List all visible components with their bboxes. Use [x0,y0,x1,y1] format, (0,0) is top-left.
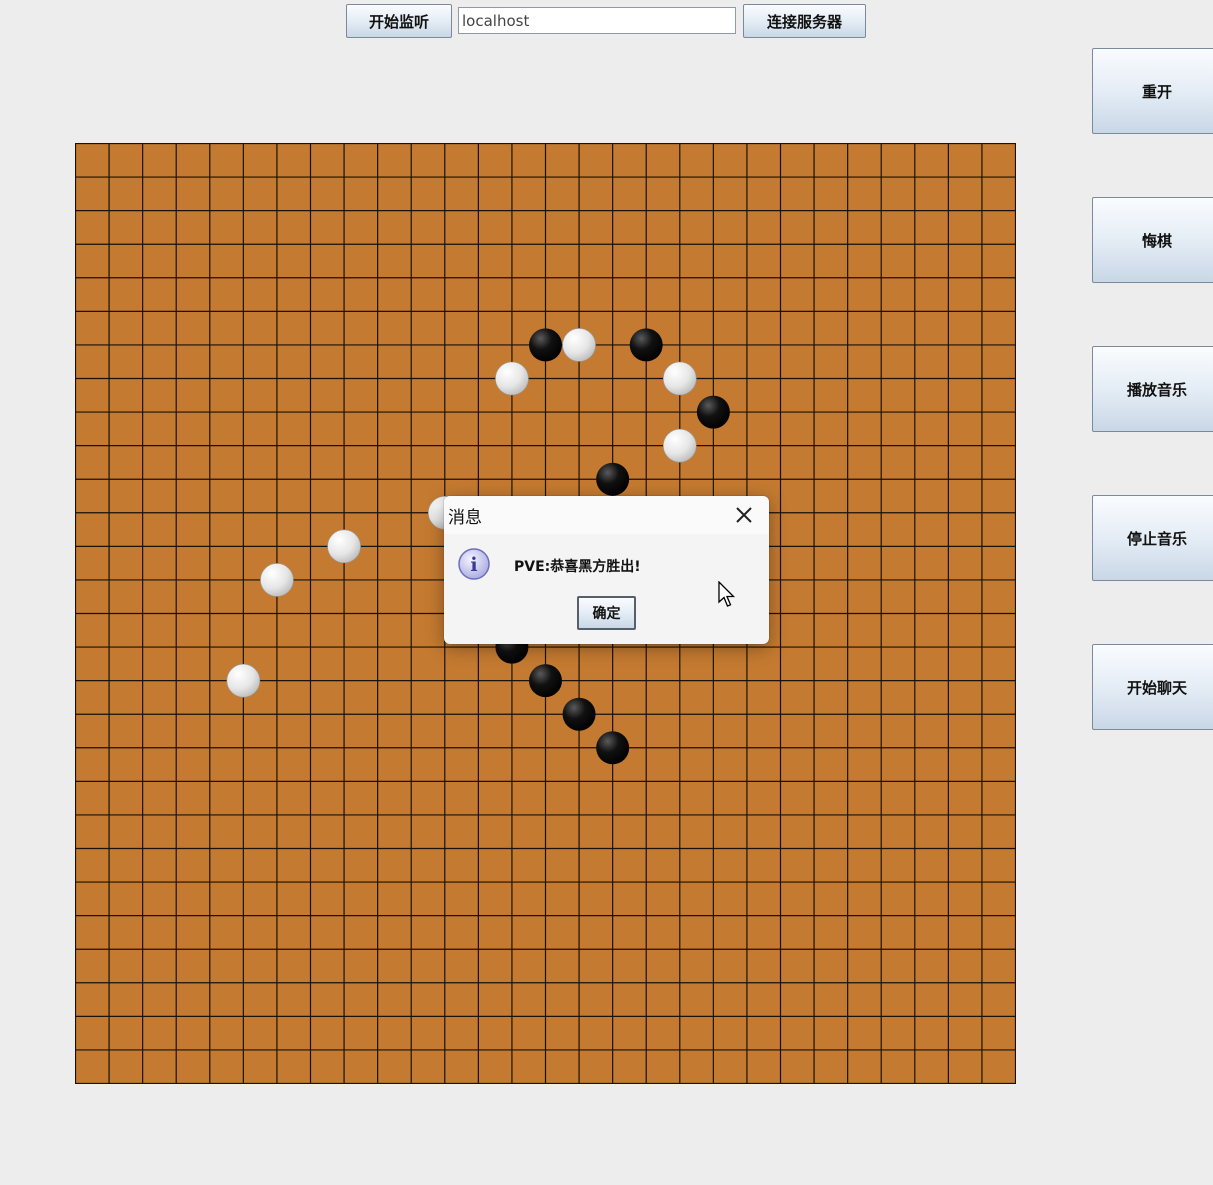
white-stone [327,529,361,564]
black-stone [596,462,630,496]
dialog-titlebar: 消息 [444,496,769,534]
black-stone [529,664,562,698]
white-stone [226,663,261,698]
start-chat-button[interactable]: 开始聊天 [1092,644,1213,730]
restart-button[interactable]: 重开 [1092,48,1213,134]
mouse-cursor-icon [718,581,736,607]
host-input[interactable] [458,7,736,34]
white-stone [662,428,697,463]
play-music-button[interactable]: 播放音乐 [1092,346,1213,432]
undo-button[interactable]: 悔棋 [1092,197,1213,283]
dialog-message: PVE:恭喜黑方胜出! [514,559,641,575]
stop-music-button[interactable]: 停止音乐 [1092,495,1213,581]
black-stone [562,697,596,731]
dialog-title: 消息 [448,508,482,528]
black-stone [596,731,630,765]
svg-text:i: i [470,554,477,576]
close-icon[interactable] [731,502,757,528]
start-listen-button[interactable]: 开始监听 [346,4,452,38]
info-icon: i [458,548,490,580]
white-stone [495,361,529,396]
white-stone [260,563,294,597]
white-stone [562,328,596,362]
black-stone [696,395,730,429]
ok-button[interactable]: 确定 [577,596,636,630]
message-dialog: 消息 i PVE:恭喜黑方胜出! 确定 [444,496,769,644]
white-stone [662,361,697,396]
black-stone [629,328,663,362]
black-stone [529,328,562,362]
connect-server-button[interactable]: 连接服务器 [743,4,866,38]
